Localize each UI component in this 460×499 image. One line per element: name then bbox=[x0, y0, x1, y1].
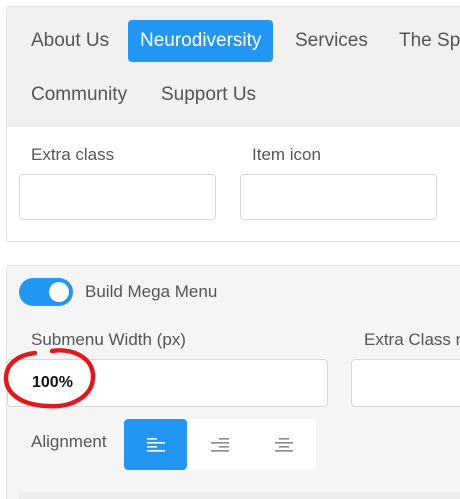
toggle-knob bbox=[49, 282, 69, 302]
alignment-button-group bbox=[124, 419, 316, 470]
item-icon-input[interactable] bbox=[240, 174, 437, 220]
nav-item-about-us[interactable]: About Us bbox=[19, 20, 121, 62]
submenu-width-input[interactable]: 100% bbox=[7, 359, 328, 407]
build-mega-menu-toggle[interactable] bbox=[19, 278, 73, 306]
extra-class-mega-label: Extra Class n bbox=[364, 330, 460, 349]
align-right-button[interactable] bbox=[188, 419, 251, 470]
align-right-icon bbox=[210, 437, 229, 452]
align-center-icon bbox=[274, 437, 293, 452]
nav-item-support-us[interactable]: Support Us bbox=[149, 74, 268, 116]
align-center-button[interactable] bbox=[252, 419, 315, 470]
nav-item-neurodiversity[interactable]: Neurodiversity bbox=[128, 20, 274, 62]
align-left-icon bbox=[146, 437, 165, 452]
next-section-edge bbox=[19, 492, 460, 499]
menu-item-panel: About Us Neurodiversity Services The Sp … bbox=[6, 6, 460, 242]
nav-item-community[interactable]: Community bbox=[19, 74, 139, 116]
menu-bar: About Us Neurodiversity Services The Sp … bbox=[7, 7, 460, 127]
nav-item-services[interactable]: Services bbox=[283, 20, 380, 62]
alignment-label: Alignment bbox=[31, 432, 107, 451]
mega-menu-panel: Build Mega Menu Submenu Width (px) 100% … bbox=[6, 265, 460, 499]
build-mega-menu-label: Build Mega Menu bbox=[85, 282, 218, 301]
menu-item-settings-screen: About Us Neurodiversity Services The Sp … bbox=[0, 0, 460, 499]
extra-class-mega-input[interactable] bbox=[351, 359, 460, 407]
submenu-width-label: Submenu Width (px) bbox=[31, 330, 186, 349]
align-left-button[interactable] bbox=[124, 419, 187, 470]
extra-class-label: Extra class bbox=[31, 145, 115, 164]
nav-item-the-sp[interactable]: The Sp bbox=[387, 20, 460, 62]
extra-class-input[interactable] bbox=[19, 174, 216, 220]
item-icon-label: Item icon bbox=[252, 145, 321, 164]
